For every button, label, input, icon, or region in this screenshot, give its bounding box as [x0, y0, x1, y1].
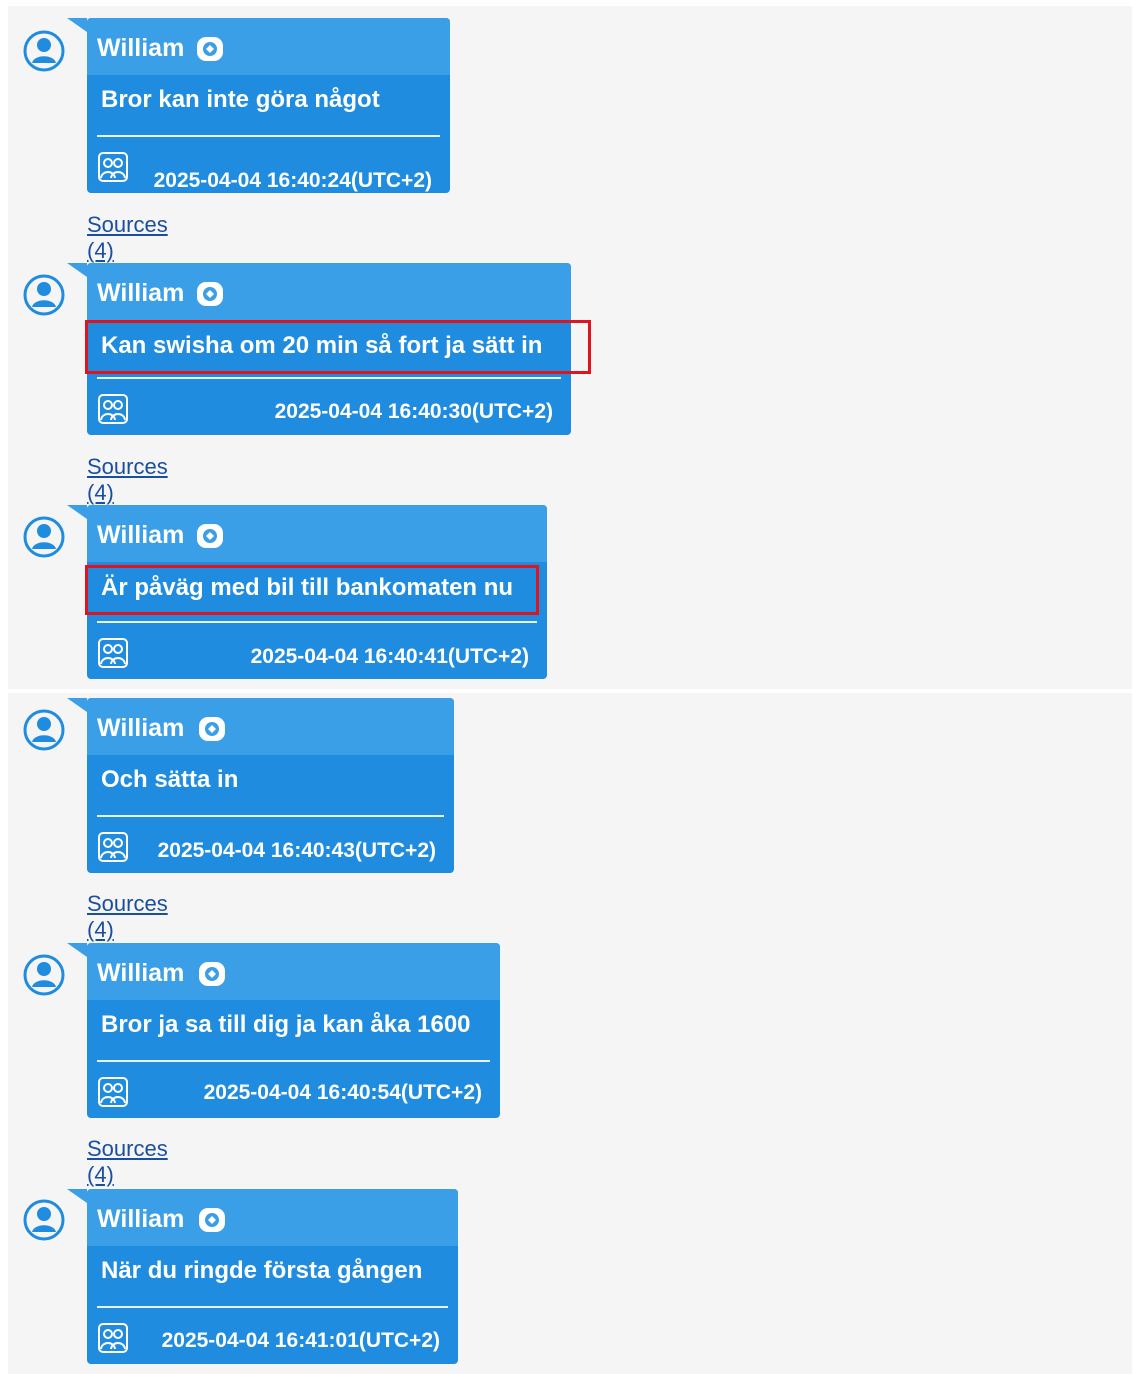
- user-avatar-icon: [23, 1199, 65, 1241]
- message-timestamp: 2025-04-04 16:40:24(UTC+2): [153, 169, 432, 192]
- bubble-header: William: [87, 505, 547, 562]
- app-badge-icon: [199, 717, 225, 741]
- user-avatar-icon: [23, 954, 65, 996]
- message-timestamp: 2025-04-04 16:40:41(UTC+2): [250, 645, 529, 668]
- message-bubble[interactable]: William Är påväg med bil till bankomaten…: [67, 505, 547, 679]
- message-text: När du ringde första gången: [101, 1257, 423, 1284]
- app-badge-icon: [197, 37, 223, 61]
- bubble-header: William: [87, 263, 571, 320]
- chat-panel-top: William Bror kan inte göra något 2025-04…: [8, 6, 1132, 689]
- sender-name: William: [97, 521, 185, 549]
- app-badge-icon: [197, 282, 223, 306]
- chat-panel-bottom: William Och sätta in 2025-04-04 16:40:43…: [8, 693, 1132, 1374]
- message-text: Bror kan inte göra något: [101, 86, 380, 113]
- bubble-header: William: [87, 18, 450, 75]
- sender-name: William: [97, 959, 185, 987]
- user-avatar-icon: [23, 516, 65, 558]
- sources-link[interactable]: Sources (4): [87, 1136, 168, 1188]
- sources-link[interactable]: Sources (4): [87, 454, 168, 506]
- message-bubble[interactable]: William När du ringde första gången 2025…: [67, 1189, 458, 1364]
- message-timestamp: 2025-04-04 16:40:43(UTC+2): [157, 839, 436, 862]
- bubble-divider: [97, 135, 440, 137]
- group-users-icon: [98, 1077, 128, 1107]
- message-bubble[interactable]: William Och sätta in 2025-04-04 16:40:43…: [67, 698, 454, 873]
- group-users-icon: [98, 394, 128, 424]
- message-bubble[interactable]: William Bror kan inte göra något 2025-04…: [67, 18, 450, 193]
- sender-name: William: [97, 279, 185, 307]
- bubble-divider: [97, 621, 537, 623]
- message-text: Kan swisha om 20 min så fort ja sätt in: [101, 332, 543, 359]
- user-avatar-icon: [23, 709, 65, 751]
- app-badge-icon: [199, 962, 225, 986]
- message-text: Är påväg med bil till bankomaten nu: [101, 574, 514, 601]
- bubble-divider: [97, 1306, 448, 1308]
- sources-link[interactable]: Sources (4): [87, 212, 168, 264]
- bubble-divider: [97, 377, 561, 379]
- user-avatar-icon: [23, 30, 65, 72]
- sender-name: William: [97, 34, 185, 62]
- message-bubble[interactable]: William Bror ja sa till dig ja kan åka 1…: [67, 943, 500, 1118]
- message-bubble[interactable]: William Kan swisha om 20 min så fort ja …: [67, 263, 591, 435]
- user-avatar-icon: [23, 274, 65, 316]
- message-timestamp: 2025-04-04 16:41:01(UTC+2): [161, 1329, 440, 1352]
- message-timestamp: 2025-04-04 16:40:54(UTC+2): [203, 1081, 482, 1104]
- bubble-header: William: [87, 1189, 458, 1246]
- sender-name: William: [97, 714, 185, 742]
- group-users-icon: [98, 1323, 128, 1353]
- message-text: Och sätta in: [101, 766, 239, 793]
- group-users-icon: [98, 638, 128, 668]
- sender-name: William: [97, 1205, 185, 1233]
- bubble-divider: [97, 815, 444, 817]
- app-badge-icon: [199, 1208, 225, 1232]
- message-timestamp: 2025-04-04 16:40:30(UTC+2): [274, 400, 553, 423]
- bubble-header: William: [87, 943, 500, 1000]
- group-users-icon: [98, 152, 128, 182]
- group-users-icon: [98, 832, 128, 862]
- message-text: Bror ja sa till dig ja kan åka 1600: [101, 1011, 471, 1038]
- app-badge-icon: [197, 524, 223, 548]
- bubble-divider: [97, 1060, 490, 1062]
- sources-link[interactable]: Sources (4): [87, 891, 168, 943]
- bubble-header: William: [87, 698, 454, 755]
